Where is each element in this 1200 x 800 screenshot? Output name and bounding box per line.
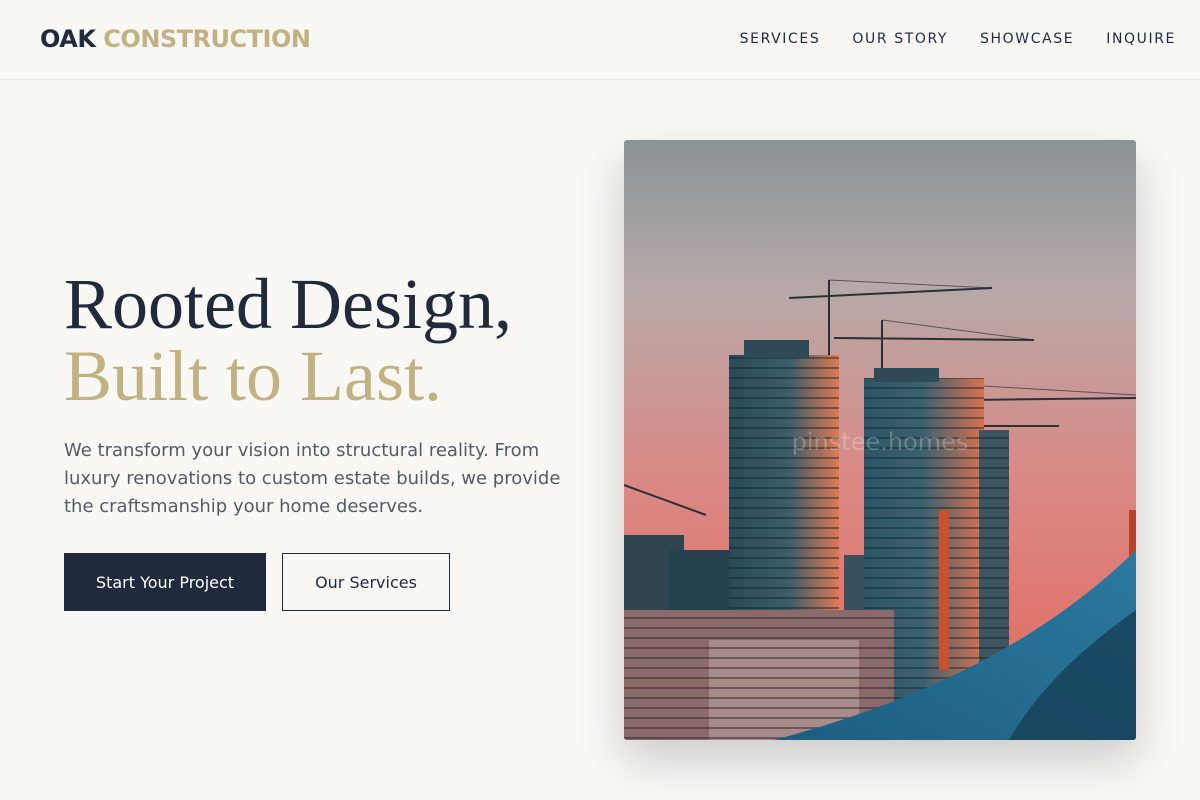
brand-logo[interactable]: OAK CONSTRUCTION [40,24,311,54]
nav-link-showcase[interactable]: SHOWCASE [980,30,1074,48]
headline-line-1: Rooted Design, [64,264,512,344]
headline-line-2: Built to Last. [64,336,442,416]
hero-description: We transform your vision into structural… [64,440,561,517]
nav-link-inquire[interactable]: INQUIRE [1106,30,1176,48]
site-header: OAK CONSTRUCTION SERVICES OUR STORY SHOW… [0,0,1200,80]
brand-name-part1: OAK [40,25,96,53]
nav-link-our-story[interactable]: OUR STORY [852,30,948,48]
image-watermark: pinstee.homes [792,428,969,456]
hero-image: pinstee.homes [624,140,1136,740]
brand-name-part2: CONSTRUCTION [103,25,311,53]
main-nav: SERVICES OUR STORY SHOWCASE INQUIRE [740,30,1176,48]
nav-link-services[interactable]: SERVICES [740,30,821,48]
hero-headline: Rooted Design, Built to Last. [64,268,512,412]
our-services-button[interactable]: Our Services [282,553,450,611]
start-project-button[interactable]: Start Your Project [64,553,266,611]
